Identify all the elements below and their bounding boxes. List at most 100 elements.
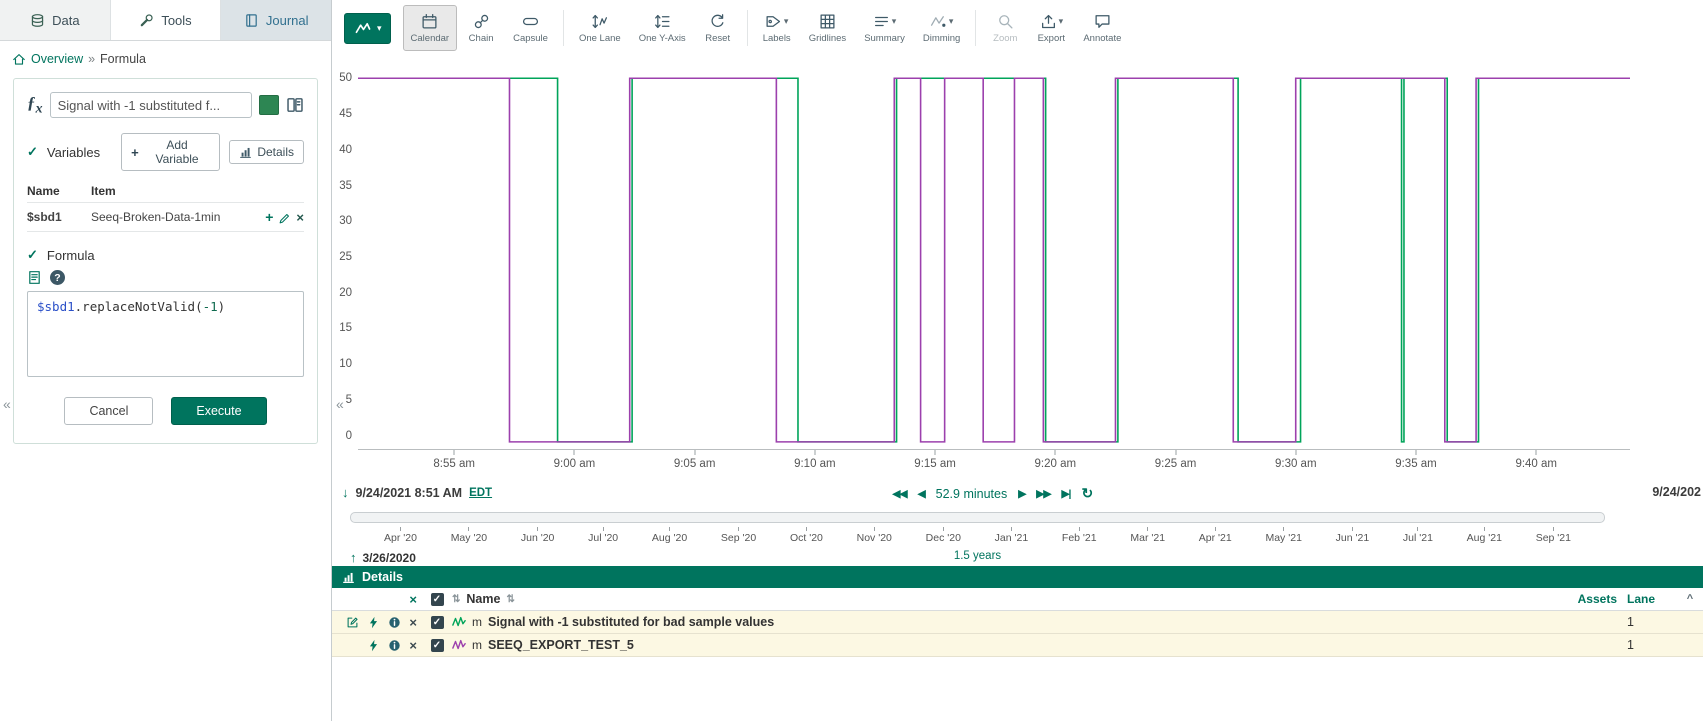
derived-item-icon[interactable] bbox=[367, 616, 380, 629]
toolbar-export-button[interactable]: ▾Export bbox=[1029, 5, 1073, 51]
edit-variable-icon[interactable] bbox=[278, 212, 291, 225]
item-visibility-checkbox[interactable]: ✓ bbox=[431, 616, 444, 629]
details-row[interactable]: ×✓mSEEQ_EXPORT_TEST_51 bbox=[332, 634, 1703, 657]
home-icon[interactable] bbox=[12, 52, 26, 66]
item-name[interactable]: Signal with -1 substituted for bad sampl… bbox=[488, 615, 774, 629]
toolbar-labels-button[interactable]: ▾Labels bbox=[755, 5, 799, 51]
toolbar-one-y-axis-button[interactable]: One Y-Axis bbox=[631, 5, 694, 51]
breadcrumb-overview[interactable]: Overview bbox=[31, 52, 83, 66]
remove-item-button[interactable]: × bbox=[409, 616, 417, 629]
timezone-link[interactable]: EDT bbox=[469, 487, 492, 499]
add-item-icon[interactable]: + bbox=[265, 209, 273, 225]
color-swatch-button[interactable] bbox=[259, 95, 279, 115]
organizer-columns-icon[interactable] bbox=[286, 96, 304, 114]
y-axis[interactable]: 50454035302520151050 bbox=[332, 64, 356, 450]
timeline-tick bbox=[1079, 527, 1080, 531]
toolbar-annotate-button[interactable]: Annotate bbox=[1075, 5, 1129, 51]
tab-data[interactable]: Data bbox=[0, 0, 111, 40]
item-info-icon[interactable] bbox=[388, 616, 401, 629]
step-back-full-button[interactable]: ◀◀ bbox=[892, 488, 906, 500]
x-axis-tick bbox=[814, 450, 815, 455]
tab-tools[interactable]: Tools bbox=[111, 0, 222, 40]
check-icon: ✓ bbox=[27, 247, 38, 263]
toolbar-chain-button[interactable]: Chain bbox=[459, 5, 503, 51]
x-axis-label: 9:40 am bbox=[1515, 458, 1557, 470]
timeline-tick bbox=[1417, 527, 1418, 531]
assets-column-header[interactable]: Assets bbox=[1549, 592, 1627, 606]
toolbar-reset-button[interactable]: Reset bbox=[696, 5, 740, 51]
derived-item-icon[interactable] bbox=[367, 639, 380, 652]
step-back-half-button[interactable]: ◀ bbox=[918, 488, 925, 500]
timeline-tick bbox=[537, 527, 538, 531]
tab-journal[interactable]: Journal bbox=[221, 0, 331, 40]
x-axis-tick bbox=[1175, 450, 1176, 455]
lane-column-header[interactable]: Lane bbox=[1627, 592, 1677, 606]
step-to-now-button[interactable]: ▶| bbox=[1061, 488, 1070, 500]
variables-section-label: Variables bbox=[47, 145, 100, 160]
signal-icon bbox=[452, 638, 466, 652]
toolbar-summary-button[interactable]: ▾Summary bbox=[856, 5, 913, 51]
select-all-checkbox[interactable]: ✓ bbox=[431, 593, 444, 606]
details-header-row: × ✓ ⇅ Name ⇅ Assets Lane ^ bbox=[332, 588, 1703, 611]
formula-tool-panel: ƒx ✓ Variables + Add Variable Details Na… bbox=[13, 78, 318, 444]
step-forward-half-button[interactable]: ▶ bbox=[1018, 488, 1025, 500]
edit-formula-icon[interactable] bbox=[346, 616, 359, 629]
y-axis-label: 15 bbox=[339, 322, 352, 334]
item-info-icon[interactable] bbox=[388, 639, 401, 652]
collapse-sidebar-button[interactable]: « bbox=[336, 396, 344, 412]
range-duration-label[interactable]: 52.9 minutes bbox=[936, 487, 1008, 501]
add-variable-button[interactable]: + Add Variable bbox=[121, 133, 220, 171]
variable-details-button[interactable]: Details bbox=[229, 140, 304, 164]
annotate-icon bbox=[1094, 13, 1111, 30]
collapse-outer-panel-button[interactable]: « bbox=[3, 396, 11, 412]
details-row[interactable]: ×✓mSignal with -1 substituted for bad sa… bbox=[332, 611, 1703, 634]
x-axis[interactable]: 8:55 am9:00 am9:05 am9:10 am9:15 am9:20 … bbox=[358, 450, 1630, 480]
series-line[interactable] bbox=[358, 78, 1630, 442]
chevron-down-icon: ▾ bbox=[784, 17, 789, 26]
remove-item-button[interactable]: × bbox=[409, 639, 417, 652]
toolbar-calendar-button[interactable]: Calendar bbox=[403, 5, 458, 51]
variables-table-body: $sbd1Seeq-Broken-Data-1min+× bbox=[27, 203, 304, 232]
item-name-input[interactable] bbox=[50, 92, 252, 118]
toolbar-zoom-button[interactable]: Zoom bbox=[983, 5, 1027, 51]
cancel-button[interactable]: Cancel bbox=[64, 397, 153, 425]
toolbar-dimming-button[interactable]: ▾Dimming bbox=[915, 5, 968, 51]
timeline-start-date[interactable]: 3/26/2020 bbox=[363, 551, 416, 565]
bar-chart-icon bbox=[239, 146, 252, 159]
help-icon[interactable]: ? bbox=[50, 270, 65, 285]
toolbar-gridlines-button[interactable]: Gridlines bbox=[801, 5, 855, 51]
toolbar-one-lane-button[interactable]: One Lane bbox=[571, 5, 629, 51]
zoom-icon bbox=[997, 13, 1014, 30]
auto-update-button[interactable]: ↻ bbox=[1081, 485, 1093, 502]
formula-documentation-icon[interactable] bbox=[27, 270, 42, 285]
chevron-down-icon: ▾ bbox=[1059, 17, 1064, 26]
range-start-date[interactable]: 9/24/2021 8:51 AM bbox=[356, 486, 463, 500]
remove-all-items-button[interactable]: × bbox=[409, 593, 417, 606]
remove-variable-icon[interactable]: × bbox=[296, 210, 304, 225]
series-line[interactable] bbox=[358, 78, 1630, 442]
name-column-header[interactable]: Name bbox=[466, 592, 500, 606]
timeline-tick bbox=[1553, 527, 1554, 531]
execute-button[interactable]: Execute bbox=[171, 397, 266, 425]
step-forward-full-button[interactable]: ▶▶ bbox=[1036, 488, 1050, 500]
chart-plot[interactable] bbox=[358, 64, 1630, 450]
x-axis-tick bbox=[935, 450, 936, 455]
x-axis-label: 9:25 am bbox=[1155, 458, 1197, 470]
details-panel-header[interactable]: Details bbox=[332, 566, 1703, 588]
timeline-tick bbox=[738, 527, 739, 531]
item-visibility-checkbox[interactable]: ✓ bbox=[431, 639, 444, 652]
formula-editor[interactable]: $sbd1.replaceNotValid(-1) bbox=[27, 291, 304, 377]
variable-item: Seeq-Broken-Data-1min bbox=[91, 203, 244, 232]
item-name[interactable]: SEEQ_EXPORT_TEST_5 bbox=[488, 638, 634, 652]
view-mode-dropdown[interactable]: ▾ bbox=[344, 13, 391, 44]
timeline-scrollbar[interactable] bbox=[350, 512, 1605, 523]
range-end-date[interactable]: 9/24/202 bbox=[1652, 485, 1701, 499]
scroll-up-icon[interactable]: ^ bbox=[1677, 593, 1703, 605]
sort-name-icon[interactable]: ⇅ bbox=[506, 594, 514, 605]
toolbar-button-label: Dimming bbox=[923, 33, 960, 44]
toolbar-button-label: Summary bbox=[864, 33, 905, 44]
toolbar-buttons: CalendarChainCapsule One LaneOne Y-AxisRe… bbox=[403, 0, 1130, 56]
toolbar-capsule-button[interactable]: Capsule bbox=[505, 5, 556, 51]
code-token: ( bbox=[195, 299, 203, 314]
sort-order-icon[interactable]: ⇅ bbox=[452, 594, 460, 605]
